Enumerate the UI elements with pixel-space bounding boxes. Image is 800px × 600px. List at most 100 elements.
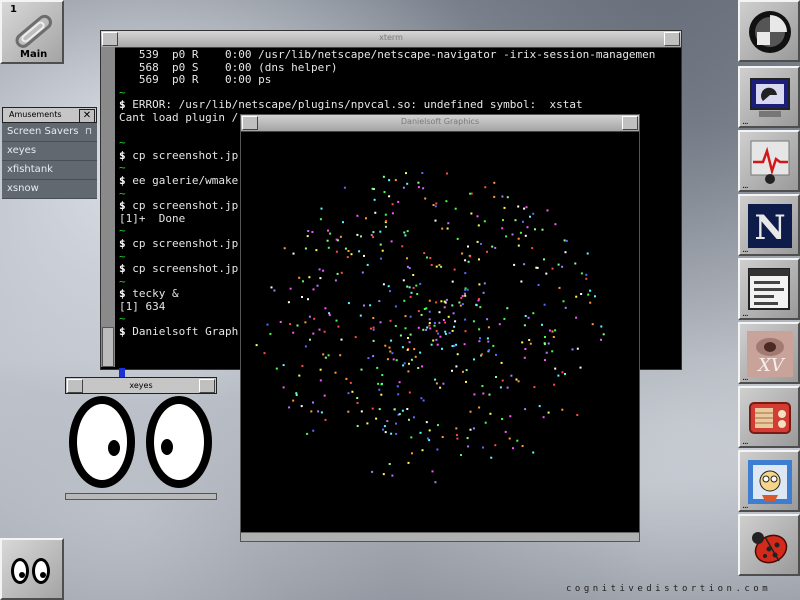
star-dot (300, 405, 303, 408)
star-dot (439, 386, 442, 389)
star-dot (426, 326, 429, 329)
star-dot (384, 344, 387, 347)
star-dot (523, 324, 526, 327)
scrollbar[interactable] (101, 47, 115, 367)
graphics-titlebar[interactable]: Danielsoft Graphics (241, 115, 639, 132)
close-icon[interactable] (199, 379, 215, 393)
star-dot (372, 339, 375, 342)
graphics-window[interactable]: Danielsoft Graphics (240, 114, 640, 542)
star-dot (358, 250, 361, 253)
menu-item-screen-savers[interactable]: Screen Savers ⊓ (2, 123, 97, 142)
dock-dots-icon: ... (742, 437, 749, 447)
star-dot (417, 367, 420, 369)
workspace-clip[interactable]: 1 Main (0, 0, 64, 64)
star-dot (398, 413, 401, 416)
prompt-tilde: ~ (119, 274, 126, 288)
star-dot (453, 344, 456, 347)
star-dot (461, 252, 464, 255)
dock-scientist[interactable]: ... (738, 450, 800, 512)
xeyes-window[interactable]: xeyes (65, 377, 217, 503)
star-dot (464, 288, 467, 291)
star-dot (493, 195, 496, 198)
star-dot (383, 425, 386, 428)
star-dot (383, 191, 386, 193)
menu-titlebar[interactable]: Amusements ✕ (2, 107, 97, 123)
star-dot (473, 358, 475, 361)
star-dot (388, 346, 391, 349)
dock-wmaker-logo[interactable] (738, 0, 800, 62)
star-dot (514, 219, 517, 222)
star-dot (501, 379, 504, 382)
menu-item-xfishtank[interactable]: xfishtank (2, 161, 97, 180)
ladybug-icon (752, 532, 788, 564)
netscape-icon: N (748, 204, 792, 248)
star-dot (401, 409, 404, 412)
star-dot (478, 258, 480, 261)
dock-heart-monitor[interactable]: ... (738, 130, 800, 192)
star-dot (585, 273, 588, 276)
menu-item-xeyes[interactable]: xeyes (2, 142, 97, 161)
star-dot (421, 449, 424, 452)
star-dot (439, 335, 442, 338)
close-icon[interactable] (664, 32, 680, 46)
terminal-text: cp screenshot.jp (132, 199, 239, 213)
star-dot (531, 247, 534, 250)
star-dot (408, 267, 411, 270)
star-dot (334, 371, 337, 374)
prompt-symbol: $ (119, 173, 133, 187)
close-icon[interactable] (622, 116, 638, 130)
dock-terminal-window[interactable]: ... (738, 258, 800, 320)
star-dot (399, 334, 402, 337)
radio-icon (749, 402, 791, 434)
dock-ladybug[interactable] (738, 514, 800, 576)
star-dot (424, 197, 427, 200)
star-dot (356, 214, 359, 217)
star-dot (441, 347, 443, 350)
star-dot (551, 330, 554, 333)
dock-dots-icon: ... (742, 309, 749, 319)
dock-monitor[interactable]: ... (738, 66, 800, 128)
star-dot (376, 366, 379, 369)
star-dot (534, 228, 536, 231)
resize-bar[interactable] (65, 493, 217, 500)
star-dot (335, 250, 338, 253)
star-dot (563, 239, 566, 242)
star-dot (432, 204, 435, 206)
dock-radio[interactable]: ... (738, 386, 800, 448)
close-icon[interactable]: ✕ (79, 109, 95, 123)
xterm-titlebar[interactable]: xterm (101, 31, 681, 48)
star-dot (273, 289, 276, 292)
terminal-text: 539 p0 R 0:00 /usr/lib/netscape/netscape… (119, 48, 656, 61)
dock-dots-icon: ... (742, 501, 749, 511)
star-dot (326, 239, 329, 242)
star-dot (428, 299, 431, 302)
scrollbar-thumb[interactable] (102, 327, 114, 367)
menu-item-xsnow[interactable]: xsnow (2, 180, 97, 199)
star-dot (320, 411, 323, 414)
star-dot (372, 355, 375, 358)
star-dot (440, 300, 443, 303)
star-dot (435, 382, 438, 385)
star-dot (363, 254, 365, 257)
star-dot (425, 307, 428, 310)
star-dot (391, 203, 394, 206)
star-dot (394, 179, 397, 182)
star-dot (454, 207, 457, 210)
star-dot (391, 212, 394, 215)
xeyes-miniwindow[interactable] (0, 538, 64, 600)
star-dot (307, 298, 309, 301)
star-dot (269, 332, 272, 335)
star-dot (426, 256, 428, 259)
resize-bar[interactable] (241, 532, 639, 541)
star-dot (328, 312, 331, 315)
starfield-canvas (255, 172, 605, 484)
star-dot (529, 342, 532, 345)
star-dot (388, 463, 391, 465)
dock-xv[interactable]: XV ... (738, 322, 800, 384)
star-dot (443, 306, 446, 309)
terminal-text: [1]+ Done (119, 211, 186, 225)
star-dot (298, 374, 301, 377)
dock-netscape[interactable]: N ... (738, 194, 800, 256)
star-dot (564, 251, 567, 254)
xeyes-titlebar[interactable]: xeyes (65, 377, 217, 394)
